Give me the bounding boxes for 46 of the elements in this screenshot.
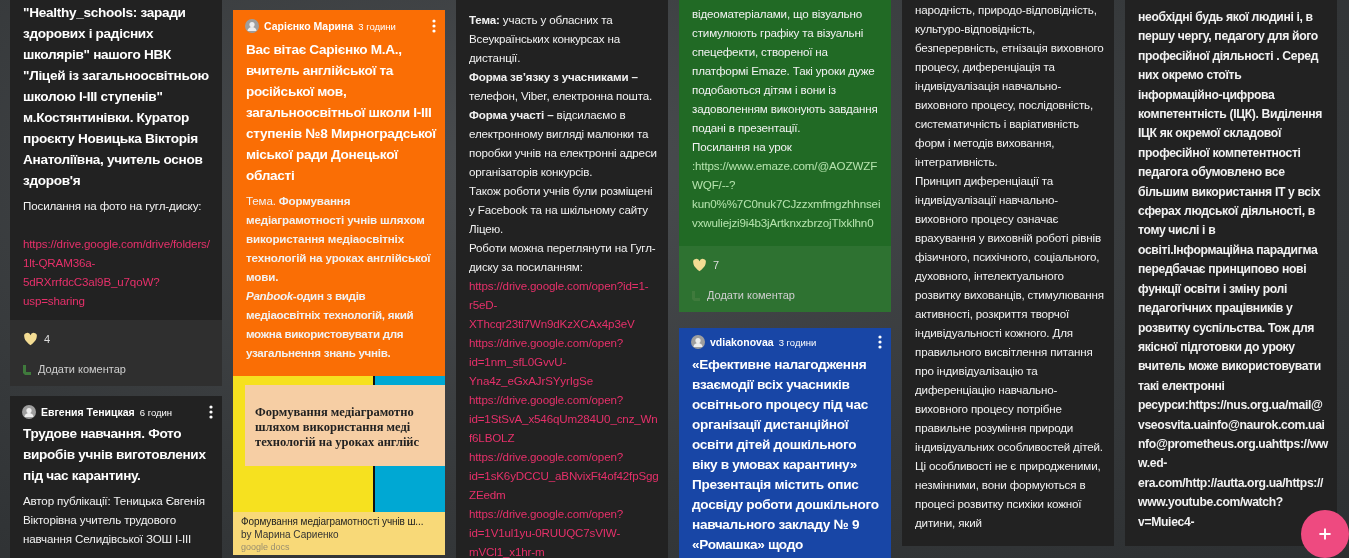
like-count: 7 (713, 259, 720, 271)
post-title: "Healthy_schools: заради здорових і радісних школярів" нашого НВК "Ліцей із загальноосвітньою школою I-III ступенів" м.Костянтинівки. Куратор проєкту Новицька Вікторія Анатоліївна, учитель основ здоров'я (23, 4, 210, 190)
post-title: «Ефективне налагодження взаємодії всіх учасників освітнього процесу під час організації дистанційної освіти дітей дошкільного віку в умовах карантину» Презентація містить опис досвіду роботи дошкільного навчального закладу № 9 «Ромашка» щодо (692, 356, 880, 554)
more-icon[interactable] (209, 405, 213, 419)
post-text: Panbook-один з видів медіаосвітніх технологій, який можна використовувати для узагальнення знань учнів. (246, 288, 415, 361)
post-text: Тема: участь у обласних та Всеукраїнських конкурсах на дистанції. (469, 12, 622, 66)
post-title: Трудове навчання. Фото виробів учнів виготовлених під час карантину. (23, 425, 207, 485)
post-time: 3 години (358, 20, 396, 32)
post-title: Вас вітає Сарієнко М.А., вчитель англійської та російської мов, загальноосвітньої школи I-III ступенів №8 Мирноградської міської ради Донецької області (246, 41, 436, 185)
author-name: Евгения Теницкая (41, 406, 135, 418)
like-count: 4 (44, 333, 51, 345)
author-name: vdiakonovaa (710, 336, 774, 348)
post-time: 6 годин (139, 406, 173, 418)
post-link[interactable]: https://drive.google.com/open?id=1V1ul1yu-0RUUQC7sVIW-mVCl1_x1hr-m (469, 504, 659, 558)
attachment-title: Формування медіаграмотності учнів ш... (241, 515, 425, 528)
post-text: народність, природо-відповідність, культуро-відповідність, безперервність, етнізація виховного процесу, диференціація та індивідуалізація навчально-виховного процесу, послідовність, систематичність і варіативність форм і методів виховання, інтегративність. (915, 2, 1105, 170)
attachment-source: google docs (241, 541, 291, 553)
author-name: Сарієнко Марина (264, 20, 354, 32)
post-text: відеоматеріалами, що візуально стимулюють графіку та візуальні спецефекти, створеної на платформі Emaze. Такі уроки дуже подобаються дітям і вони із задоволенням виконують завдання подані в презентації. (692, 6, 879, 136)
post-text: Роботи можна переглянути на Гугл-диску за посиланням: (469, 240, 657, 275)
heart-icon[interactable] (692, 258, 707, 272)
plus-icon (1317, 526, 1333, 542)
add-comment-link[interactable]: Додати коментар (38, 363, 126, 375)
post-text: Також роботи учнів були розміщені у Facebook та на шкільному сайту Ліцею. (469, 183, 654, 237)
post-text: Форма участі – відсилаємо в електронному вигляді малюнки та поробки учнів на електронні адреси організаторів конкурсів. (469, 107, 658, 180)
heart-icon[interactable] (23, 332, 38, 346)
thumbnail-text: Формування медіаграмотно (255, 405, 415, 420)
post-text: Посилання на урок (692, 139, 793, 155)
more-icon[interactable] (878, 335, 882, 349)
post-text: Форма зв’язку з учасниками – телефон, Viber, електронна пошта. (469, 69, 654, 104)
avatar-icon (691, 335, 705, 349)
post-time: 3 години (778, 336, 817, 348)
avatar-icon (245, 19, 259, 33)
avatar-icon (22, 405, 36, 419)
add-comment-link[interactable]: Додати коментар (707, 289, 795, 301)
post-link[interactable]: https://drive.google.com/drive/folders/1lt-QRAM36a-5dRXrrfdcC3al9B_u7qoW?usp=sharing (23, 234, 213, 310)
thumbnail-text: шляхом використання меді (255, 420, 412, 435)
post-text: Принцип диференціації та індивідуалізації навчально-виховного процесу означає врахування у виховній роботі рівнів фізичного, психічного, соціального, духовного, інтелектуального розвитку вихованців, стимулювання активності, розкриття творчої індивідуальності кожного. Для правильного висвітлення питання про індивідуалізацію та диференціацію навчально-виховного процесу потрібне правильне розуміння природи індивідуальних особливостей дітей. Ці особливості не є природженими, незмінними, вони формуються в процесі розвитку психіки кожної дитини, який (915, 173, 1105, 531)
post-text: Посилання на фото на гугл-диску: (23, 198, 203, 214)
post-text: Тема. Формування медіаграмотності учнів шляхом використання медіаосвітніх технологій на уроках англійської мови. (246, 193, 432, 285)
thumbnail-text: технологій на уроках англійс (255, 435, 421, 450)
post-link[interactable]: :https://www.emaze.com/@AOZWZFWQF/--?kun0%%7C0nuk7CJzzxmfmgzhhnseivxwuliejzi9i4b3jArtknxzbrzojTlxklhn0 (692, 156, 882, 232)
attachment-author: by Марина Сариенко (241, 528, 340, 541)
attachment-card[interactable]: Формування медіаграмотно шляхом використання меді технологій на уроках англійс Формування медіаграмотності учнів ш... by Марина Сариенко google docs (233, 376, 445, 555)
post-text: Автор публікації: Теницька Євгенія Вікторівна учитель трудового навчання Селидівської ЗОШ I-III (23, 493, 206, 547)
post-text: необхідні будь якої людині і, в першу чергу, педагогу для його професійної діяльності . Серед них окремо стоїть інформаційно-цифрова компетентність (ІЦК). Виділення ІЦК як окремої складової професійної компетентності педагога обумовлено все більшим використання ІТ у всіх сферах людської діяльності, в тому числі і в освіті.Інформаційна парадигма передбачає принципово нові функції освіти і зміну ролі педагогічних працівників у розвитку суспільства. Тож для якісної підготовки до уроку вчитель може використовувати такі електронні ресурси:https://nus.org.ua/mail@vseosvita.uainfo@naurok.com.uainfo@prometheus.org.uahttps://www.ed-era.com/http://autta.org.ua/https://www.youtube.com/watch?v=Muiec4- (1138, 9, 1328, 531)
